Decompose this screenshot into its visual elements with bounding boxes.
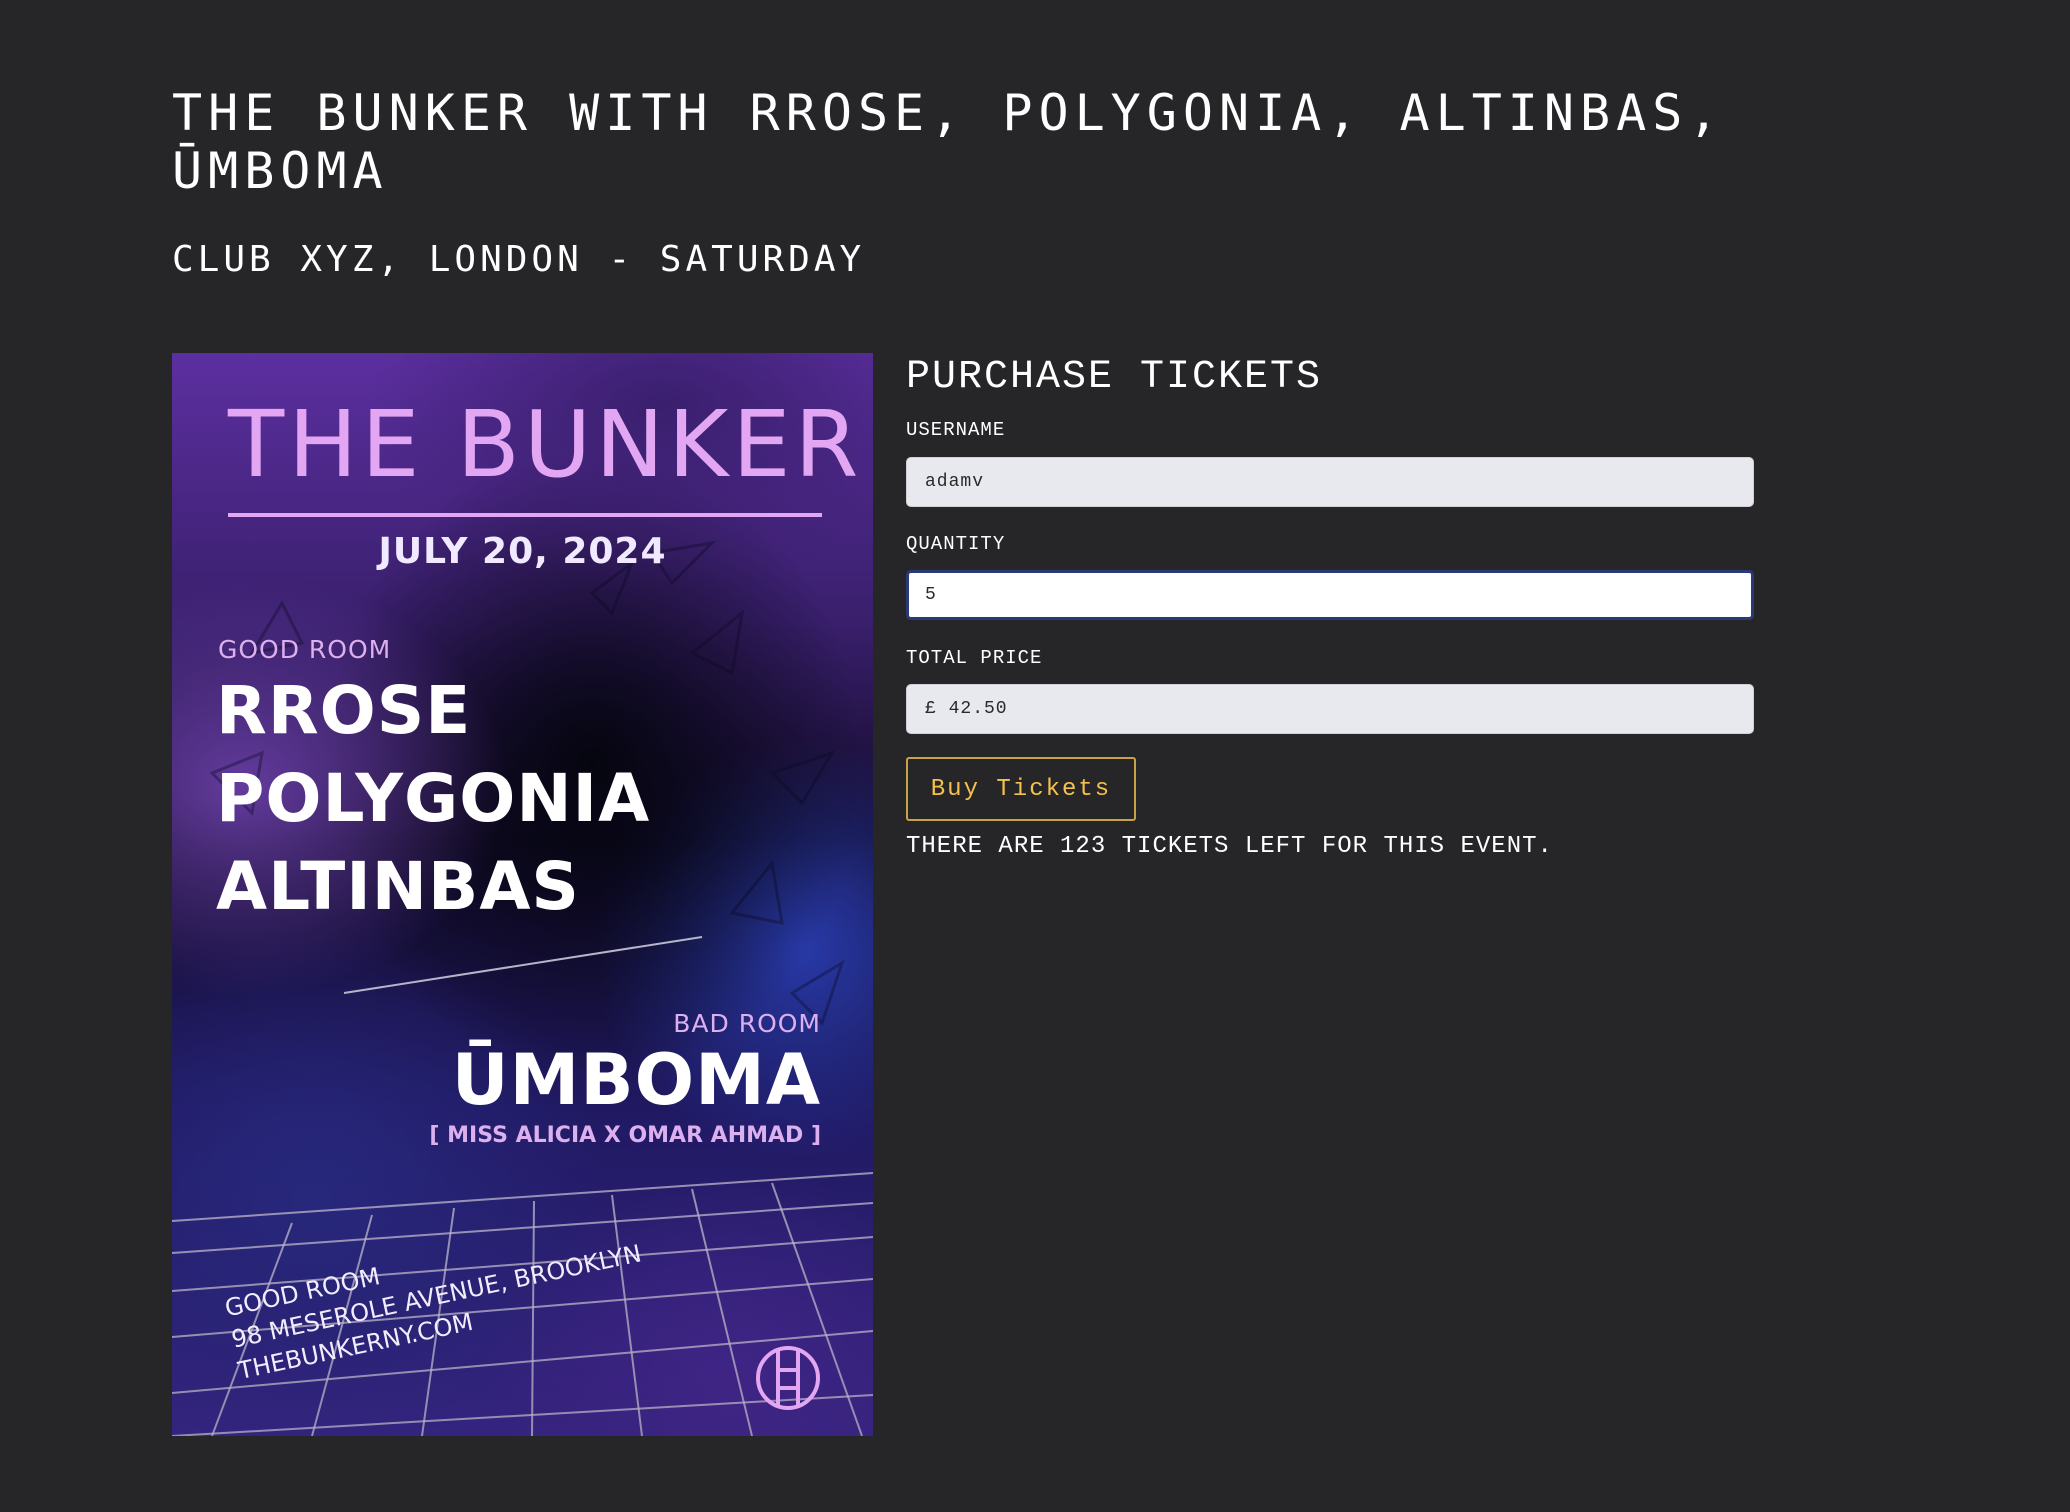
poster-title-rule <box>228 513 822 517</box>
poster-artist-altinbas: ALTINBAS <box>216 848 580 925</box>
quantity-input[interactable]: 5 <box>906 570 1754 620</box>
poster-artist-polygonia: POLYGONIA <box>216 760 651 837</box>
total-price-field: £ 42.50 <box>906 684 1754 734</box>
purchase-heading: PURCHASE TICKETS <box>906 355 1323 400</box>
poster-good-room-label: GOOD ROOM <box>218 635 392 664</box>
poster-date: JULY 20, 2024 <box>378 531 667 572</box>
purchase-panel: PURCHASE TICKETS USERNAME adamv QUANTITY… <box>906 353 1754 860</box>
buy-tickets-button[interactable]: Buy Tickets <box>906 757 1136 821</box>
total-price-label: TOTAL PRICE <box>906 647 1043 669</box>
tickets-remaining-text: There are 123 tickets left for this even… <box>906 833 1553 860</box>
poster-bad-room-label: BAD ROOM <box>673 1009 821 1038</box>
event-poster: THE BUNKER JULY 20, 2024 GOOD ROOM RROSE… <box>172 353 873 1436</box>
username-field[interactable]: adamv <box>906 457 1754 507</box>
event-title: The Bunker with Rrose, Polygonia, Altinb… <box>172 84 1725 200</box>
event-subtitle: Club XYZ, London - Saturday <box>172 239 866 280</box>
poster-artist-umboma: ŪMBOMA <box>451 1039 821 1121</box>
poster-venue-title: THE BUNKER <box>228 391 863 498</box>
poster-artist-rrose: RROSE <box>216 672 472 749</box>
quantity-label: QUANTITY <box>906 533 1006 555</box>
poster-bad-room-crew: [ MISS ALICIA X OMAR AHMAD ] <box>429 1123 821 1148</box>
username-label: USERNAME <box>906 419 1006 441</box>
